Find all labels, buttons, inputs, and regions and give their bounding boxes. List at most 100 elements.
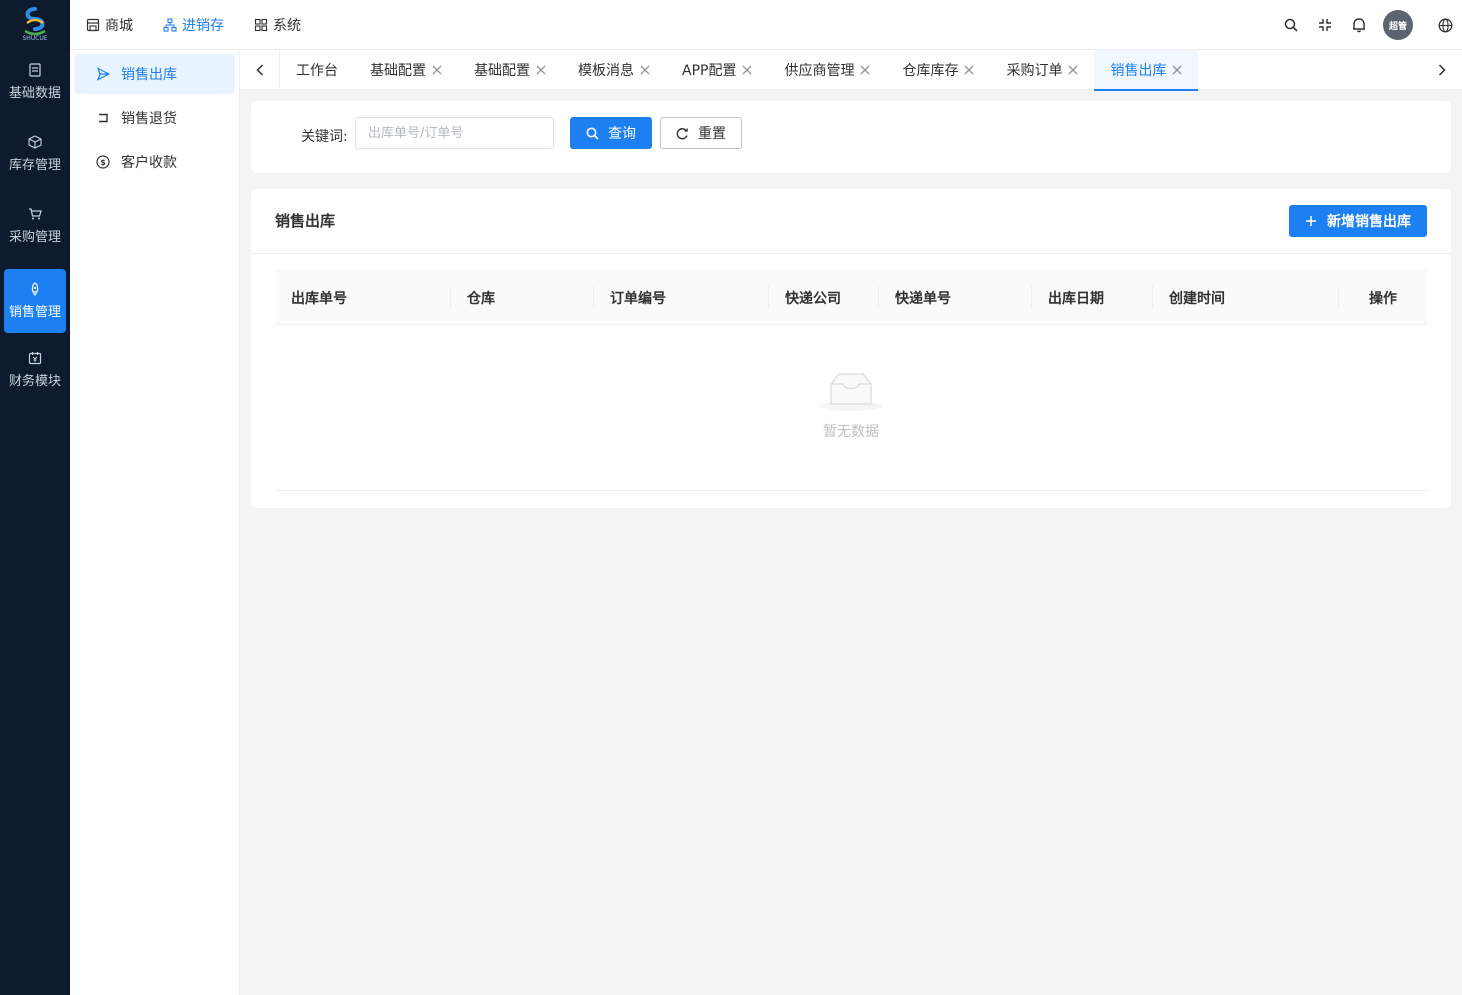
svg-text:$: $	[100, 158, 106, 167]
avatar[interactable]: 超管	[1383, 10, 1413, 40]
rail-item-inventory[interactable]: 库存管理	[4, 122, 66, 186]
cart-icon	[28, 207, 42, 221]
sub-item-label: 客户收款	[121, 155, 177, 171]
table-header: 出库单号 仓库 订单编号 快递公司 快递单号 出库日期 创建时间 操作	[275, 270, 1427, 325]
column-header: 订单编号	[610, 290, 666, 307]
fullscreen-icon[interactable]	[1317, 17, 1333, 33]
close-icon[interactable]	[860, 65, 870, 75]
tab-label: 模板消息	[578, 63, 634, 79]
top-nav-label: 系统	[273, 18, 301, 34]
globe-icon[interactable]	[1437, 17, 1453, 33]
rail-item-sales[interactable]: 销售管理	[4, 269, 66, 333]
empty-state: 暂无数据	[275, 326, 1427, 491]
column-header: 仓库	[467, 290, 495, 307]
close-icon[interactable]	[964, 65, 974, 75]
top-nav: 商城 进销存 系统	[86, 0, 331, 50]
tab-purchase-order[interactable]: 采购订单	[990, 50, 1094, 90]
top-header: 商城 进销存 系统 超管	[70, 0, 1462, 50]
tab-scroll-right-icon[interactable]	[1422, 50, 1462, 90]
tab-template-message[interactable]: 模板消息	[562, 50, 666, 90]
tab-label: 基础配置	[370, 63, 426, 79]
tab-app-config[interactable]: APP配置	[666, 50, 768, 90]
store-icon	[86, 18, 100, 32]
dollar-icon: $	[96, 155, 110, 169]
rail-item-label: 采购管理	[8, 230, 61, 245]
return-icon	[96, 111, 110, 125]
close-icon[interactable]	[1172, 65, 1182, 75]
search-card: 关键词: 查询 重置	[251, 101, 1451, 173]
rail-item-label: 基础数据	[8, 86, 61, 101]
divider	[251, 253, 1451, 254]
tab-label: 基础配置	[474, 63, 530, 79]
column-divider	[450, 286, 451, 308]
column-header: 创建时间	[1169, 290, 1225, 307]
top-nav-system[interactable]: 系统	[254, 15, 301, 35]
rail-item-label: 销售管理	[8, 305, 61, 320]
refresh-icon	[676, 126, 690, 140]
tab-label: 采购订单	[1006, 63, 1063, 79]
tab-label: 供应商管理	[784, 63, 855, 79]
close-icon[interactable]	[1068, 65, 1078, 75]
sub-item-sales-out[interactable]: 销售出库	[74, 54, 235, 94]
add-sales-out-button[interactable]: 新增销售出库	[1289, 205, 1427, 237]
top-nav-inventory[interactable]: 进销存	[163, 15, 224, 35]
empty-inbox-icon	[820, 373, 882, 411]
tab-label: APP配置	[682, 63, 737, 79]
svg-text:SHUCUE: SHUCUE	[22, 35, 47, 42]
tab-scroll-left-icon[interactable]	[240, 50, 280, 90]
empty-text: 暂无数据	[823, 424, 879, 440]
sitemap-icon	[163, 18, 177, 32]
sub-item-customer-payment[interactable]: $ 客户收款	[74, 142, 235, 182]
sub-item-label: 销售出库	[121, 67, 177, 83]
keyword-input[interactable]	[355, 117, 554, 149]
top-nav-label: 商城	[105, 18, 133, 34]
tab-label: 仓库库存	[902, 63, 959, 79]
sub-sidebar: 销售出库 销售退货 $ 客户收款	[70, 50, 240, 995]
tab-label: 工作台	[296, 63, 338, 79]
column-header: 操作	[1369, 290, 1397, 307]
top-nav-store[interactable]: 商城	[86, 15, 133, 35]
tab-bar: 工作台 基础配置 基础配置 模板消息 APP配置 供应商管理 仓库库存 采购订单	[240, 50, 1462, 91]
close-icon[interactable]	[536, 65, 546, 75]
search-icon	[586, 126, 600, 140]
close-icon[interactable]	[742, 65, 752, 75]
rail-item-basic-data[interactable]: 基础数据	[4, 50, 66, 114]
list-card: 销售出库 新增销售出库 出库单号 仓库 订单编号 快递公司 快递单号 出库日期 …	[251, 189, 1451, 508]
list-title: 销售出库	[275, 212, 336, 230]
document-icon	[28, 63, 42, 77]
column-header: 快递单号	[895, 290, 951, 307]
close-icon[interactable]	[640, 65, 650, 75]
reset-button[interactable]: 重置	[660, 117, 742, 149]
column-divider	[1152, 286, 1153, 308]
tabs: 工作台 基础配置 基础配置 模板消息 APP配置 供应商管理 仓库库存 采购订单	[280, 50, 1199, 91]
query-button[interactable]: 查询	[570, 117, 652, 149]
rail-item-finance[interactable]: 财务模块	[4, 338, 66, 402]
header-tools: 超管	[1265, 0, 1462, 50]
column-header: 出库日期	[1048, 290, 1104, 307]
top-nav-label: 进销存	[182, 18, 224, 34]
grid-icon	[254, 18, 268, 32]
keyword-label: 关键词:	[301, 129, 348, 145]
bell-icon[interactable]	[1351, 17, 1367, 33]
tab-workbench[interactable]: 工作台	[280, 50, 354, 90]
tab-supplier-management[interactable]: 供应商管理	[768, 50, 886, 90]
tab-warehouse-stock[interactable]: 仓库库存	[886, 50, 990, 90]
rail-item-label: 库存管理	[8, 158, 61, 173]
sub-item-sales-return[interactable]: 销售退货	[74, 98, 235, 138]
finance-icon	[28, 351, 42, 365]
brand-logo[interactable]: SHUCUE	[0, 0, 70, 50]
tab-basic-config-2[interactable]: 基础配置	[458, 50, 562, 90]
query-button-label: 查询	[608, 126, 636, 142]
column-header: 快递公司	[785, 290, 841, 307]
column-divider	[1031, 286, 1032, 308]
tab-sales-out[interactable]: 销售出库	[1094, 50, 1199, 91]
column-divider	[593, 286, 594, 308]
plus-icon	[1305, 214, 1319, 228]
add-button-label: 新增销售出库	[1327, 214, 1411, 230]
close-icon[interactable]	[432, 65, 442, 75]
column-divider	[878, 286, 879, 308]
rail-item-purchase[interactable]: 采购管理	[4, 194, 66, 258]
search-icon[interactable]	[1283, 17, 1299, 33]
column-divider	[768, 286, 769, 308]
tab-basic-config-1[interactable]: 基础配置	[354, 50, 458, 90]
